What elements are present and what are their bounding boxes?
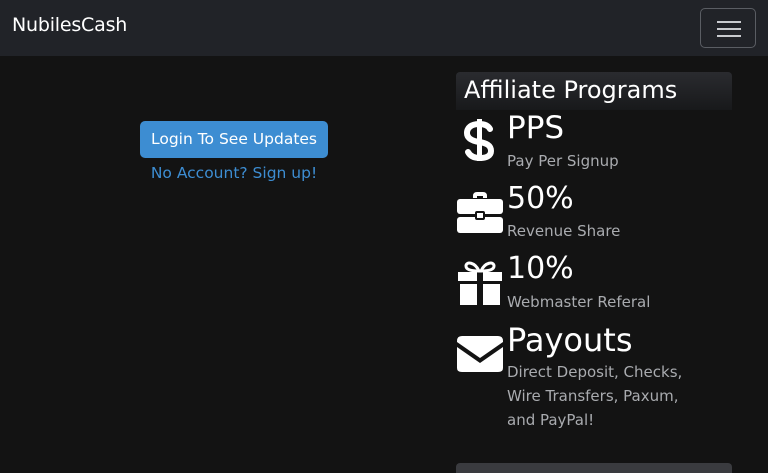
pps-subtitle: Pay Per Signup [507, 152, 619, 170]
envelope-icon [456, 330, 504, 378]
affiliate-panel-title: Affiliate Programs [464, 76, 678, 104]
revenue-share-subtitle: Revenue Share [507, 222, 621, 240]
pps-title: PPS [507, 110, 565, 146]
next-panel-header [456, 463, 732, 473]
brand-logo[interactable]: NubilesCash [12, 14, 127, 36]
top-navbar: NubilesCash [0, 0, 768, 56]
hamburger-menu-icon [717, 28, 741, 30]
referral-title: 10% [507, 251, 574, 286]
hamburger-menu-icon [717, 35, 741, 37]
hamburger-menu-icon [717, 21, 741, 23]
login-button[interactable]: Login To See Updates [140, 121, 328, 158]
navbar-toggle-button[interactable] [700, 8, 756, 48]
affiliate-panel-header: Affiliate Programs [456, 72, 732, 110]
referral-subtitle: Webmaster Referal [507, 293, 651, 311]
payouts-subtitle: Direct Deposit, Checks, Wire Transfers, … [507, 363, 683, 429]
gift-icon [456, 258, 504, 306]
payouts-title: Payouts [507, 321, 633, 359]
revenue-share-title: 50% [507, 181, 574, 216]
signup-link[interactable]: No Account? Sign up! [134, 164, 334, 182]
briefcase-icon [456, 186, 504, 234]
dollar-icon [456, 116, 504, 164]
